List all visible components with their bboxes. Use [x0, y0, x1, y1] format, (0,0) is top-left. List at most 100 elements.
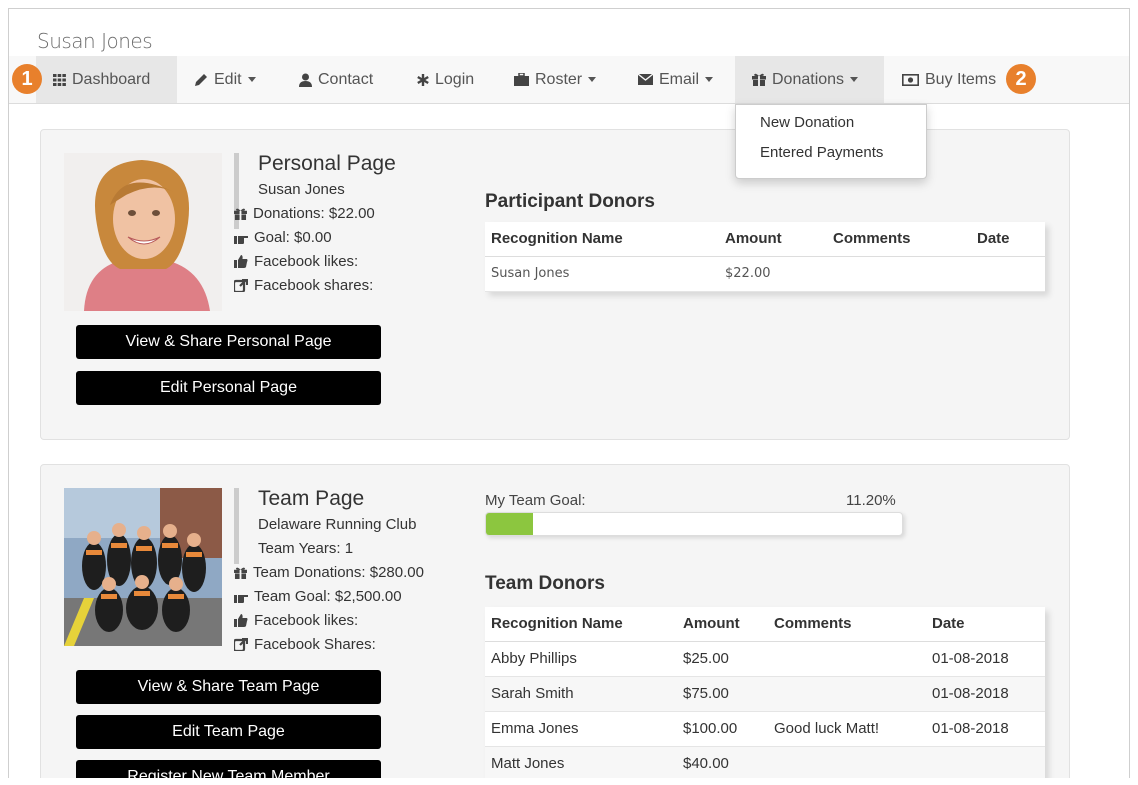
donor-comments: [768, 746, 926, 778]
column-header[interactable]: Date: [971, 222, 1045, 257]
chevron-down-icon: [247, 77, 256, 82]
personal-page-title: Personal Page: [258, 152, 396, 175]
team-goal-text: Team Goal: $2,500.00: [254, 588, 402, 605]
register-new-team-member-button[interactable]: Register New Team Member: [76, 760, 381, 778]
donor-amount: $100.00: [677, 711, 768, 747]
donor-amount: $75.00: [677, 676, 768, 712]
team-donors-title: Team Donors: [485, 573, 606, 594]
donor-date: 01-08-2018: [926, 641, 1045, 677]
nav-contact-label: Contact: [318, 70, 374, 88]
personal-donations: Donations: $22.00: [234, 205, 375, 222]
nav-buy-items-label: Buy Items: [925, 70, 997, 88]
team-years-text: Team Years: 1: [258, 540, 354, 557]
nav-donations-label: Donations: [772, 70, 845, 88]
donor-comments: [768, 641, 926, 677]
team-goal-progress-bar: [485, 512, 903, 536]
view-share-personal-page-button[interactable]: View & Share Personal Page: [76, 325, 381, 359]
column-header[interactable]: Comments: [827, 222, 971, 257]
menu-item-entered-payments[interactable]: Entered Payments: [760, 144, 883, 161]
column-header[interactable]: Amount: [677, 607, 768, 642]
donor-date: 01-08-2018: [926, 711, 1045, 747]
donor-amount: $22.00: [719, 256, 827, 292]
user-name-header: Susan Jones: [37, 29, 153, 53]
app-frame: Susan Jones Dashboard Edit Contact Login…: [8, 8, 1130, 778]
thumbs-up-icon: [234, 255, 248, 268]
table-row: Emma Jones $100.00 Good luck Matt! 01-08…: [485, 711, 1045, 747]
hand-point-right-icon: [234, 594, 248, 603]
nav-dashboard[interactable]: Dashboard: [36, 56, 177, 103]
column-header[interactable]: Comments: [768, 607, 926, 642]
column-header[interactable]: Recognition Name: [485, 222, 719, 257]
team-donations-text: Team Donations: $280.00: [253, 564, 424, 581]
nav-login[interactable]: Login: [417, 56, 474, 103]
team-page-panel: Team Page Delaware Running Club Team Yea…: [40, 464, 1070, 778]
participant-donors-table: Recognition Name Amount Comments Date Su…: [485, 222, 1045, 292]
main-navbar: Dashboard Edit Contact Login Roster Emai…: [9, 56, 1129, 104]
gift-icon: [234, 208, 247, 220]
nav-buy-items[interactable]: Buy Items: [902, 56, 996, 103]
nav-edit[interactable]: Edit: [194, 56, 256, 103]
column-header[interactable]: Date: [926, 607, 1045, 642]
money-icon: [902, 73, 919, 86]
chevron-down-icon: [588, 77, 597, 82]
table-header-row: Recognition Name Amount Comments Date: [485, 222, 1045, 257]
table-row: Sarah Smith $75.00 01-08-2018: [485, 676, 1045, 712]
nav-roster[interactable]: Roster: [514, 56, 597, 103]
nav-edit-label: Edit: [214, 70, 242, 88]
thumbs-up-icon: [234, 614, 248, 627]
nav-contact[interactable]: Contact: [299, 56, 373, 103]
donor-date: [926, 746, 1045, 778]
donor-name: Susan Jones: [485, 256, 719, 292]
personal-donations-text: Donations: $22.00: [253, 205, 375, 222]
nav-email-label: Email: [659, 70, 700, 88]
chevron-down-icon: [850, 77, 859, 82]
donor-name: Abby Phillips: [485, 641, 677, 677]
team-name-text: Delaware Running Club: [258, 516, 417, 533]
team-fb-shares-text: Facebook Shares:: [254, 636, 376, 653]
donor-name: Sarah Smith: [485, 676, 677, 712]
personal-name-text: Susan Jones: [258, 181, 345, 198]
personal-fb-likes: Facebook likes:: [234, 253, 358, 270]
table-row: Susan Jones $22.00: [485, 256, 1045, 292]
callout-badge-2: 2: [1006, 64, 1036, 94]
team-fb-shares: Facebook Shares:: [234, 636, 376, 653]
menu-item-new-donation[interactable]: New Donation: [760, 114, 854, 131]
team-goal-label: My Team Goal:: [485, 492, 586, 509]
column-header[interactable]: Recognition Name: [485, 607, 677, 642]
share-icon: [234, 279, 248, 292]
briefcase-icon: [514, 73, 529, 86]
donor-date: [971, 256, 1045, 292]
gift-icon: [234, 567, 247, 579]
edit-personal-page-button[interactable]: Edit Personal Page: [76, 371, 381, 405]
personal-name: Susan Jones: [258, 181, 345, 198]
share-icon: [234, 638, 248, 651]
team-name: Delaware Running Club: [258, 516, 416, 533]
view-share-team-page-button[interactable]: View & Share Team Page: [76, 670, 381, 704]
nav-roster-label: Roster: [535, 70, 583, 88]
team-page-title: Team Page: [258, 487, 365, 510]
donor-comments: Good luck Matt!: [768, 711, 926, 747]
team-goal: Team Goal: $2,500.00: [234, 588, 402, 605]
donor-comments: [768, 676, 926, 712]
hand-point-right-icon: [234, 235, 248, 244]
team-donors-table: Recognition Name Amount Comments Date Ab…: [485, 607, 1045, 778]
team-years: Team Years: 1: [258, 540, 353, 557]
column-header[interactable]: Amount: [719, 222, 827, 257]
table-header-row: Recognition Name Amount Comments Date: [485, 607, 1045, 642]
edit-team-page-button[interactable]: Edit Team Page: [76, 715, 381, 749]
donor-date: 01-08-2018: [926, 676, 1045, 712]
donor-name: Matt Jones: [485, 746, 677, 778]
donor-name: Emma Jones: [485, 711, 677, 747]
chevron-down-icon: [705, 77, 714, 82]
team-fb-likes-text: Facebook likes:: [254, 612, 359, 629]
participant-donors-title: Participant Donors: [485, 191, 655, 212]
nav-email[interactable]: Email: [638, 56, 714, 103]
dashboard-icon: [53, 73, 66, 86]
donor-amount: $40.00: [677, 746, 768, 778]
nav-donations[interactable]: Donations: [735, 56, 884, 103]
team-fb-likes: Facebook likes:: [234, 612, 358, 629]
table-row: Matt Jones $40.00: [485, 746, 1045, 778]
personal-fb-shares: Facebook shares:: [234, 277, 373, 294]
personal-photo: [64, 153, 222, 311]
callout-badge-1: 1: [12, 64, 42, 94]
